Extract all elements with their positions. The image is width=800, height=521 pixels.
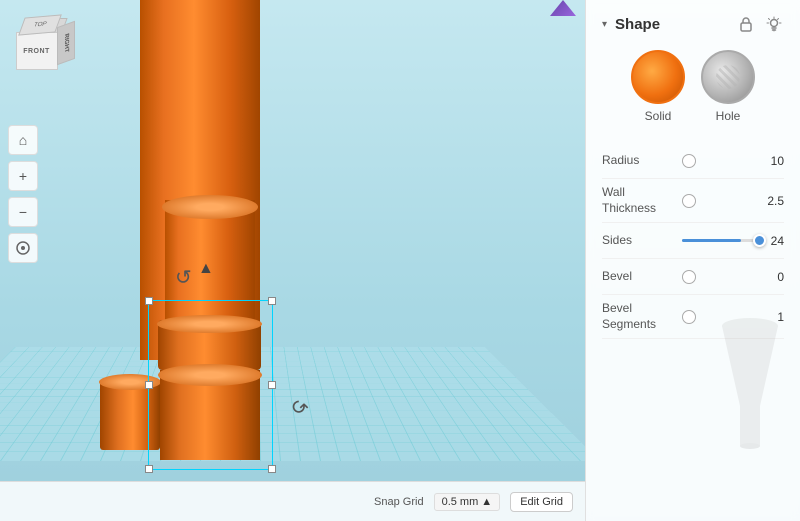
hole-icon [701,50,755,104]
radius-label: Radius [602,153,682,169]
selection-handle-bl[interactable] [145,465,153,473]
cylinder-collar-top [157,315,262,333]
collapse-arrow[interactable]: ▾ [602,19,607,30]
wall-thickness-radio[interactable] [682,194,696,208]
panel-title: Shape [615,16,728,33]
cube-top-label-area[interactable]: TOP [18,14,62,35]
properties-list: Radius 10 WallThickness 2.5 Sides 24 [602,143,784,339]
zoom-in-icon: + [19,168,27,184]
cube-top-label: TOP [32,21,47,28]
shape-panel: ▾ Shape Solid Ho [585,0,800,521]
panel-header-icons [736,14,784,34]
cylinder-medium-top [162,195,258,219]
bevel-label: Bevel [602,269,682,285]
zoom-in-button[interactable]: + [8,161,38,191]
sides-label: Sides [602,233,682,249]
bevel-row: Bevel 0 [602,259,784,295]
cube-front-label: FRONT [23,48,50,55]
wall-thickness-label: WallThickness [602,185,682,216]
cube-right-face[interactable]: RIGHT [57,21,75,66]
bevel-segments-radio[interactable] [682,310,696,324]
hole-type-button[interactable]: Hole [701,50,755,123]
home-button[interactable]: ⌂ [8,125,38,155]
radius-row: Radius 10 [602,143,784,179]
light-icon [766,16,782,32]
zoom-out-button[interactable]: − [8,197,38,227]
light-button[interactable] [764,14,784,34]
sides-control [682,239,760,242]
zoom-out-icon: − [19,204,27,220]
bevel-radio[interactable] [682,270,696,284]
cylinder-small-left-top [99,374,161,390]
snap-grid-label: Snap Grid [374,496,424,508]
selection-handle-br[interactable] [268,465,276,473]
viewport-bottom-bar: Snap Grid 0.5 mm ▲ Edit Grid [0,481,585,521]
sides-slider-track[interactable] [682,239,760,242]
solid-type-button[interactable]: Solid [631,50,685,123]
snap-value-button[interactable]: 0.5 mm ▲ [434,493,501,511]
wall-thickness-row: WallThickness 2.5 [602,179,784,223]
solid-icon [631,50,685,104]
lock-button[interactable] [736,14,756,34]
cube-right-label: RIGHT [63,33,69,54]
solid-label: Solid [645,109,672,123]
cylinder-base-top [158,364,262,386]
move-up-arrow[interactable]: ▲ [198,260,214,278]
home-icon: ⌂ [19,132,27,148]
edit-grid-button[interactable]: Edit Grid [510,492,573,512]
orient-icon [15,240,31,256]
tinkercad-logo [550,0,580,20]
cube-front-face[interactable]: FRONT [16,32,58,70]
shape-type-selector: Solid Hole [602,50,784,123]
rotate-arrow-left[interactable]: ↺ [175,265,192,290]
wall-thickness-value: 2.5 [760,194,784,208]
bevel-control [682,270,760,284]
view-cube[interactable]: FRONT RIGHT TOP [5,10,90,110]
radius-value: 10 [760,154,784,168]
selection-handle-tr[interactable] [268,297,276,305]
move-widget[interactable]: ▲ [198,260,214,282]
hole-label: Hole [716,109,741,123]
radius-radio[interactable] [682,154,696,168]
wall-thickness-control [682,194,760,208]
cylinder-small-left [100,380,160,450]
radius-control [682,154,760,168]
orient-button[interactable] [8,233,38,263]
bevel-segments-label: BevelSegments [602,301,682,332]
sides-slider-fill [682,239,741,242]
ghost-preview [720,316,780,461]
bevel-value: 0 [760,270,784,284]
sides-row: Sides 24 [602,223,784,259]
left-toolbar: ⌂ + − [8,125,38,263]
lock-icon [739,16,753,32]
panel-header: ▾ Shape [602,14,784,34]
